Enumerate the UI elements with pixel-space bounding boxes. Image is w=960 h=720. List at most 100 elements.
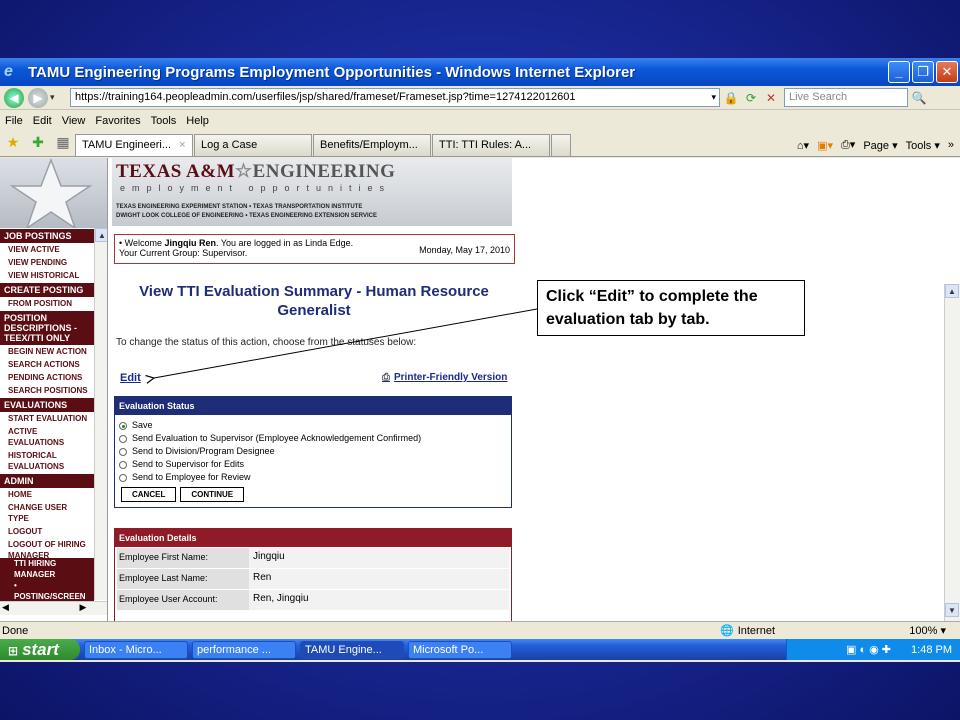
texas-star-logo bbox=[0, 158, 107, 230]
new-tab[interactable] bbox=[551, 134, 571, 156]
page-menu[interactable]: Page ▾ bbox=[863, 139, 897, 152]
evaluation-details-box: Evaluation Details Employee First Name: … bbox=[114, 528, 512, 621]
left-horizontal-scrollbar[interactable]: ◀ ▶ bbox=[0, 601, 107, 615]
taskbar: ⊞ start Inbox - Micro... performance ... … bbox=[0, 639, 960, 660]
forward-icon[interactable]: ▶ bbox=[28, 87, 48, 108]
url-dropdown-icon[interactable]: ▾ bbox=[708, 89, 719, 106]
zoom-level[interactable]: 100% ▾ bbox=[909, 624, 946, 637]
menu-view[interactable]: View bbox=[57, 115, 91, 127]
sidebar-item[interactable]: HISTORICAL EVALUATIONS bbox=[0, 449, 94, 473]
home-icon[interactable]: ⌂▾ bbox=[797, 139, 809, 152]
clock: 1:48 PM bbox=[911, 643, 952, 656]
star-icon: ☆ bbox=[235, 161, 253, 182]
close-button[interactable]: ✕ bbox=[936, 61, 958, 83]
left-vertical-scrollbar[interactable]: ▲ bbox=[94, 228, 107, 600]
scroll-up-icon[interactable]: ▲ bbox=[945, 284, 959, 298]
menu-file[interactable]: File bbox=[0, 115, 28, 127]
detail-row-last-name: Employee Last Name: Ren bbox=[117, 569, 509, 589]
print-icon[interactable]: ⎙▾ bbox=[841, 138, 855, 152]
scroll-up-icon[interactable]: ▲ bbox=[95, 228, 107, 242]
main-frame: TEXAS A&M☆ENGINEERING employment opportu… bbox=[108, 158, 944, 621]
browser-window: e TAMU Engineering Programs Employment O… bbox=[0, 58, 960, 662]
banner-title: TEXAS A&M☆ENGINEERING bbox=[116, 161, 396, 182]
status-options: Save Send Evaluation to Supervisor (Empl… bbox=[115, 415, 511, 484]
more-chevron-icon[interactable]: » bbox=[948, 139, 954, 151]
sidebar-item[interactable]: HOME bbox=[0, 488, 94, 501]
sidebar-item[interactable]: LOGOUT bbox=[0, 525, 94, 538]
radio-icon[interactable] bbox=[119, 447, 127, 456]
sidebar-item[interactable]: FROM POSITION bbox=[0, 297, 94, 310]
radio-icon[interactable] bbox=[119, 473, 127, 482]
sidebar-item[interactable]: VIEW ACTIVE bbox=[0, 243, 94, 256]
nav-section-header: JOB POSTINGS bbox=[0, 228, 94, 243]
status-option-division-designee[interactable]: Send to Division/Program Designee bbox=[115, 445, 511, 458]
sidebar-item[interactable]: ACTIVE EVALUATIONS bbox=[0, 425, 94, 449]
tab-close-icon[interactable]: × bbox=[179, 139, 185, 151]
ie-logo-icon: e bbox=[4, 63, 13, 80]
radio-icon[interactable] bbox=[119, 460, 127, 469]
cancel-button[interactable]: CANCEL bbox=[121, 487, 177, 502]
maximize-button[interactable]: ❐ bbox=[912, 61, 934, 83]
evaluation-status-box: Evaluation Status Save Send Evaluation t… bbox=[114, 396, 512, 508]
quick-tabs-icon[interactable]: ▦ bbox=[54, 134, 72, 152]
lock-icon[interactable]: 🔒 bbox=[722, 89, 740, 107]
tab-log-a-case[interactable]: Log a Case bbox=[194, 134, 312, 156]
sidebar-item[interactable]: PENDING ACTIONS bbox=[0, 371, 94, 384]
printer-icon: ⎙ bbox=[382, 372, 390, 383]
menu-tools[interactable]: Tools bbox=[146, 115, 182, 127]
tab-tamu-engineering[interactable]: TAMU Engineeri... × bbox=[75, 134, 193, 156]
sidebar-item[interactable]: SEARCH ACTIONS bbox=[0, 358, 94, 371]
menu-help[interactable]: Help bbox=[181, 115, 214, 127]
refresh-icon[interactable]: ⟳ bbox=[742, 89, 760, 107]
status-option-supervisor-edits[interactable]: Send to Supervisor for Edits bbox=[115, 458, 511, 471]
sidebar-item[interactable]: VIEW PENDING bbox=[0, 256, 94, 269]
status-instruction: To change the status of this action, cho… bbox=[116, 337, 417, 348]
search-input[interactable]: Live Search bbox=[784, 88, 908, 107]
main-vertical-scrollbar[interactable]: ▲ ▼ bbox=[944, 284, 960, 621]
continue-button[interactable]: CONTINUE bbox=[180, 487, 245, 502]
sidebar-item[interactable]: VIEW HISTORICAL bbox=[0, 269, 94, 282]
back-icon[interactable]: ◀ bbox=[4, 87, 24, 108]
minimize-button[interactable]: _ bbox=[888, 61, 910, 83]
status-option-save[interactable]: Save bbox=[115, 419, 511, 432]
radio-icon[interactable] bbox=[119, 434, 127, 443]
sidebar-item[interactable]: CHANGE USER TYPE bbox=[0, 501, 94, 525]
tab-benefits[interactable]: Benefits/Employm... bbox=[313, 134, 431, 156]
scroll-left-icon[interactable]: ◀ bbox=[2, 602, 9, 612]
edit-link[interactable]: Edit bbox=[120, 372, 141, 384]
nav-section-header: EVALUATIONS bbox=[0, 397, 94, 412]
start-button[interactable]: ⊞ start bbox=[0, 639, 80, 660]
menu-favorites[interactable]: Favorites bbox=[90, 115, 145, 127]
left-nav-frame: JOB POSTINGS VIEW ACTIVE VIEW PENDING VIEW … bbox=[0, 158, 108, 621]
sidebar-item[interactable]: SEARCH POSITIONS bbox=[0, 384, 94, 397]
taskbar-item-tamu[interactable]: TAMU Engine... bbox=[300, 640, 404, 659]
sidebar-item[interactable]: BEGIN NEW ACTION bbox=[0, 345, 94, 358]
tab-tti-rules[interactable]: TTI: TTI Rules: A... bbox=[432, 134, 550, 156]
page-content: JOB POSTINGS VIEW ACTIVE VIEW PENDING VIEW … bbox=[0, 158, 960, 621]
stop-icon[interactable]: ✕ bbox=[762, 89, 780, 107]
url-field[interactable]: https://training164.peopleadmin.com/user… bbox=[70, 88, 720, 107]
add-favorite-icon[interactable]: ✚ bbox=[29, 134, 47, 152]
title-bar: e TAMU Engineering Programs Employment O… bbox=[0, 58, 960, 86]
sidebar-item[interactable]: START EVALUATION bbox=[0, 412, 94, 425]
menu-edit[interactable]: Edit bbox=[28, 115, 57, 127]
taskbar-item-performance[interactable]: performance ... bbox=[192, 640, 296, 659]
printer-friendly-link[interactable]: ⎙ Printer-Friendly Version bbox=[382, 372, 507, 383]
scroll-right-icon[interactable]: ▶ bbox=[79, 602, 86, 612]
address-bar: ◀ ▶ ▾ https://training164.peopleadmin.co… bbox=[0, 86, 960, 110]
tools-menu[interactable]: Tools ▾ bbox=[906, 139, 940, 152]
feeds-icon[interactable]: ▣▾ bbox=[817, 139, 833, 152]
radio-selected-icon[interactable] bbox=[119, 421, 127, 430]
banner-agencies-line2: DWIGHT LOOK COLLEGE OF ENGINEERING • TEX… bbox=[116, 213, 378, 219]
sidebar-subitem[interactable]: TTI HIRING MANAGER bbox=[0, 558, 94, 580]
tray-icons[interactable]: ▣ ◐ ◉ ✚ bbox=[846, 643, 891, 656]
taskbar-item-inbox[interactable]: Inbox - Micro... bbox=[84, 640, 188, 659]
status-option-employee-review[interactable]: Send to Employee for Review bbox=[115, 471, 511, 484]
history-dropdown-icon[interactable]: ▾ bbox=[50, 92, 60, 103]
status-option-send-to-supervisor-ack[interactable]: Send Evaluation to Supervisor (Employee … bbox=[115, 432, 511, 445]
scroll-down-icon[interactable]: ▼ bbox=[945, 603, 959, 617]
search-icon[interactable]: 🔍 bbox=[910, 89, 928, 107]
favorites-star-icon[interactable]: ★ bbox=[4, 134, 22, 152]
taskbar-item-powerpoint[interactable]: Microsoft Po... bbox=[408, 640, 512, 659]
windows-flag-icon: ⊞ bbox=[8, 644, 19, 658]
